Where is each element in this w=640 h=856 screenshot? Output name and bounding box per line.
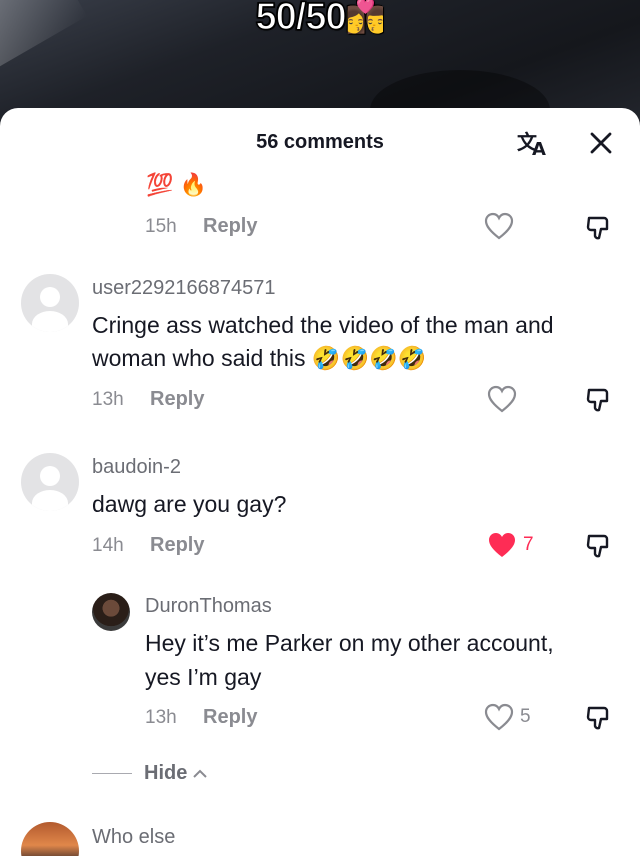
- comments-sheet: 56 comments 文 A 💯 🔥 15h Reply user229216…: [0, 108, 640, 856]
- svg-text:A: A: [532, 139, 546, 158]
- divider: [92, 773, 132, 774]
- overlay-text: 50/50: [255, 0, 348, 39]
- heart-outline-icon: [487, 385, 517, 413]
- hide-replies-label: Hide: [144, 762, 188, 784]
- like-button[interactable]: [484, 212, 514, 240]
- comment-time: 13h: [145, 707, 177, 728]
- comment-text: dawg are you gay?: [92, 491, 287, 517]
- dislike-icon[interactable]: [582, 384, 614, 416]
- reply-button[interactable]: Reply: [150, 534, 204, 557]
- like-button[interactable]: 5: [484, 703, 531, 731]
- hide-replies-button[interactable]: Hide: [92, 762, 208, 785]
- comment-username[interactable]: DuronThomas: [145, 595, 272, 618]
- close-icon[interactable]: [584, 126, 618, 160]
- avatar[interactable]: [21, 453, 79, 511]
- heart-outline-icon: [484, 212, 514, 240]
- comment-username[interactable]: user2292166874571: [92, 277, 276, 300]
- comment-text: 💯 🔥: [146, 172, 207, 197]
- avatar[interactable]: [21, 822, 79, 856]
- comment-username[interactable]: Who else: [92, 826, 175, 849]
- comment-username[interactable]: baudoin-2: [92, 456, 181, 479]
- heart-outline-icon: [484, 703, 514, 731]
- like-button[interactable]: 7: [487, 531, 534, 559]
- dislike-icon[interactable]: [582, 702, 614, 734]
- comment-time: 13h: [92, 389, 124, 410]
- reply-button[interactable]: Reply: [203, 706, 257, 729]
- dislike-icon[interactable]: [582, 212, 614, 244]
- comment-text-line1: Hey it’s me Parker on my other account,: [145, 630, 554, 656]
- comment-time: 15h: [145, 216, 177, 237]
- comment-text-line1: Cringe ass watched the video of the man …: [92, 312, 554, 338]
- heart-filled-icon: [489, 533, 515, 557]
- reply-button[interactable]: Reply: [150, 388, 204, 411]
- reply-button[interactable]: Reply: [203, 215, 257, 238]
- chevron-up-icon: [193, 769, 208, 778]
- comment-text-line2: woman who said this 🤣🤣🤣🤣: [92, 345, 427, 371]
- translate-icon[interactable]: 文 A: [517, 126, 551, 160]
- avatar[interactable]: [92, 593, 130, 631]
- comment-text-line2: yes I’m gay: [145, 664, 262, 690]
- comment-time: 14h: [92, 535, 124, 556]
- video-caption-overlay: 50/50👩‍❤️‍💋‍👨: [0, 0, 640, 39]
- sheet-header: 56 comments 文 A: [0, 108, 640, 178]
- like-count: 7: [523, 534, 534, 555]
- couple-kiss-emoji: 👩‍❤️‍💋‍👨: [345, 0, 386, 34]
- dislike-icon[interactable]: [582, 530, 614, 562]
- like-button[interactable]: [487, 385, 517, 413]
- like-count: 5: [520, 706, 531, 727]
- avatar[interactable]: [21, 274, 79, 332]
